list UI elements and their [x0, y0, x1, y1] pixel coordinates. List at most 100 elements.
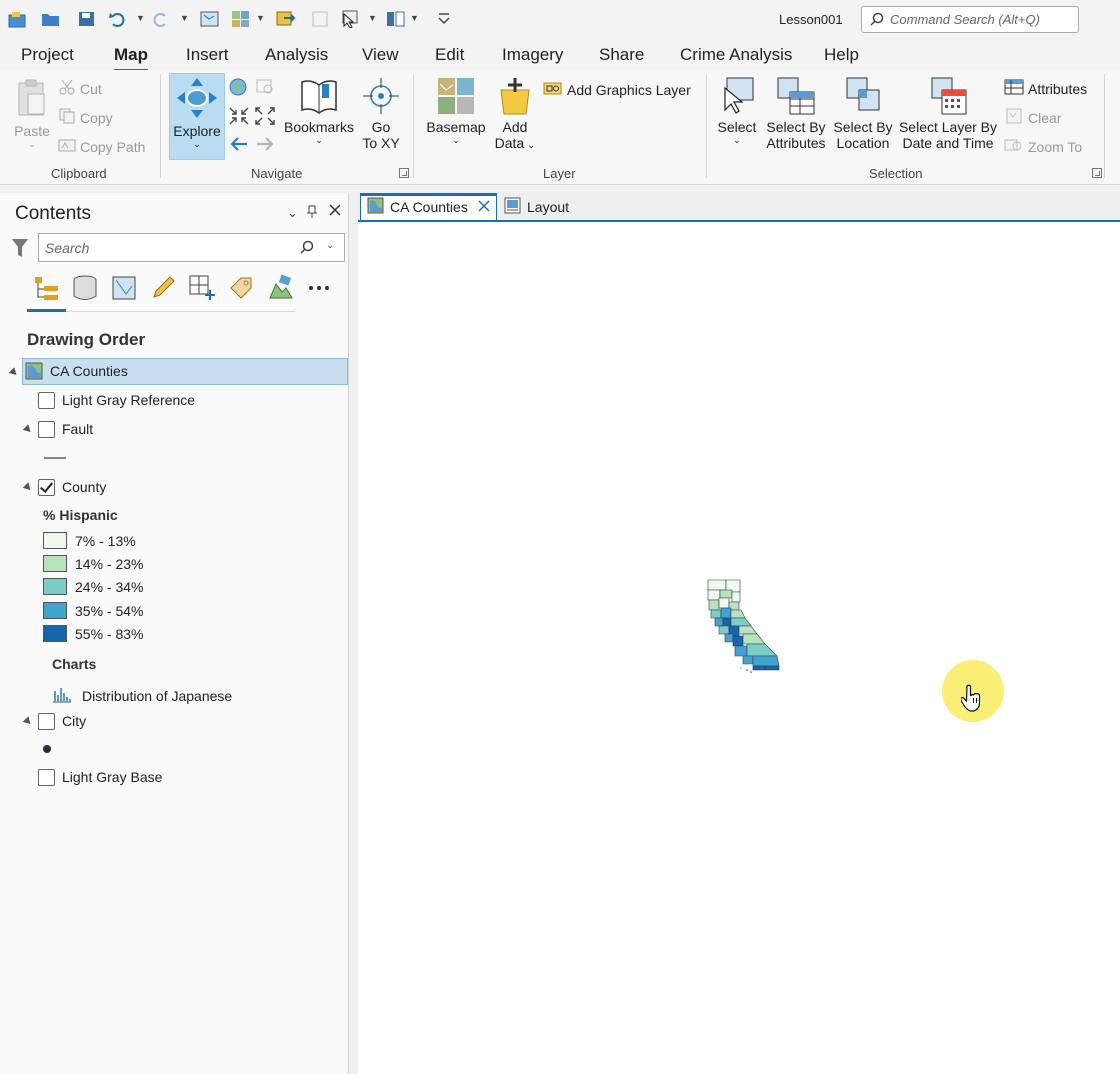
selection-dialog-launcher-icon[interactable] [1092, 168, 1102, 178]
pin-icon[interactable] [307, 205, 317, 222]
list-by-perspective-imagery-icon[interactable] [265, 273, 295, 303]
map-icon [25, 362, 43, 383]
go-to-xy-button[interactable]: Go To XY [360, 76, 402, 151]
contents-search-input[interactable] [45, 239, 285, 257]
legend-swatch[interactable] [43, 532, 67, 549]
tab-ca-counties-map[interactable]: CA Counties [360, 193, 497, 220]
full-extent-icon[interactable] [229, 78, 247, 99]
redo-icon[interactable] [150, 9, 170, 29]
tab-analysis[interactable]: Analysis [265, 45, 328, 65]
legend-swatch[interactable] [43, 578, 67, 595]
list-by-snapping-icon[interactable] [187, 273, 217, 303]
navigate-dialog-launcher-icon[interactable] [399, 168, 409, 178]
search-icon[interactable] [300, 240, 314, 257]
chart-name: Distribution of Japanese [82, 687, 233, 704]
visibility-checkbox[interactable] [38, 421, 55, 438]
layer-light-gray-base[interactable]: Light Gray Base [0, 764, 349, 791]
select-tool-icon[interactable] [340, 9, 360, 29]
undo-dropdown-icon[interactable]: ▼ [136, 13, 145, 23]
previous-extent-icon[interactable] [229, 136, 249, 155]
tab-map[interactable]: Map [114, 45, 148, 72]
open-project-icon[interactable] [41, 9, 61, 29]
copy-button[interactable]: Copy [58, 108, 113, 127]
legend-field-heading: % Hispanic [43, 507, 118, 523]
tab-imagery[interactable]: Imagery [502, 45, 563, 65]
layer-county[interactable]: County [0, 474, 349, 501]
tab-share[interactable]: Share [599, 45, 644, 65]
visibility-checkbox[interactable] [38, 479, 55, 496]
fixed-zoom-out-icon[interactable] [255, 107, 275, 128]
map-item-ca-counties[interactable]: CA Counties [22, 358, 348, 385]
tab-view[interactable]: View [362, 45, 399, 65]
tab-help[interactable]: Help [824, 45, 859, 65]
fixed-zoom-in-icon[interactable] [229, 107, 249, 128]
tab-crime-analysis[interactable]: Crime Analysis [680, 45, 792, 65]
copy-path-button[interactable]: Copy Path [58, 137, 145, 156]
select-by-location-button[interactable]: Select By Location [832, 76, 894, 151]
chart-item[interactable]: Distribution of Japanese [52, 685, 232, 706]
view-tabs-divider [27, 311, 295, 312]
add-graphics-layer-button[interactable]: Add Graphics Layer [543, 79, 691, 100]
filter-icon[interactable] [11, 237, 29, 262]
select-by-attributes-button[interactable]: Select By Attributes [764, 76, 828, 151]
legend-swatch[interactable] [43, 625, 67, 642]
add-data-label-line1: Add [502, 119, 528, 135]
add-layer-icon[interactable] [231, 9, 251, 29]
redo-dropdown-icon[interactable]: ▼ [180, 13, 189, 23]
layer-fault[interactable]: Fault [0, 416, 349, 443]
clear-selection-button[interactable]: Clear [1004, 108, 1061, 127]
select-button[interactable]: Select ⌄ [714, 76, 760, 146]
list-by-source-icon[interactable] [70, 273, 100, 303]
crosshair-icon [363, 78, 399, 114]
undo-icon[interactable] [108, 9, 128, 29]
new-project-icon[interactable] [8, 9, 28, 29]
map-view[interactable] [358, 220, 1120, 1074]
ribbon-separator [413, 74, 414, 178]
visibility-checkbox[interactable] [38, 713, 55, 730]
legend-swatch[interactable] [43, 602, 67, 619]
paste-button[interactable]: Paste ⌄ [14, 78, 50, 150]
list-by-editing-icon[interactable] [148, 273, 178, 303]
close-tab-icon[interactable] [478, 199, 490, 216]
save-project-icon[interactable] [77, 9, 97, 29]
new-map-icon[interactable] [200, 9, 220, 29]
close-pane-icon[interactable] [328, 203, 342, 220]
list-by-selection-icon[interactable] [109, 273, 139, 303]
command-search[interactable] [861, 6, 1079, 33]
basemap-button[interactable]: Basemap ⌄ [424, 76, 488, 146]
select-layer-by-date-button[interactable]: Select Layer By Date and Time [898, 76, 998, 151]
tab-project[interactable]: Project [21, 45, 74, 65]
cut-button[interactable]: Cut [58, 79, 102, 98]
tab-edit[interactable]: Edit [435, 45, 464, 65]
layer-city[interactable]: City [0, 708, 349, 735]
explore-button[interactable]: Explore ⌄ [172, 76, 222, 150]
tab-layout[interactable]: Layout [498, 193, 575, 220]
search-options-chevron-icon[interactable]: ⌄ [326, 240, 334, 251]
import-map-icon[interactable] [276, 9, 296, 29]
select-by-attributes-label-line1: Select By [766, 119, 826, 135]
layout-icon[interactable] [386, 9, 406, 29]
visibility-checkbox[interactable] [38, 392, 55, 409]
california-counties-map[interactable] [705, 578, 785, 674]
bookmarks-button[interactable]: Bookmarks ⌄ [283, 76, 355, 146]
add-data-button[interactable]: Add Data ⌄ [492, 76, 538, 151]
visibility-checkbox[interactable] [38, 769, 55, 786]
attributes-button[interactable]: Attributes [1004, 79, 1087, 98]
copy-icon [58, 108, 76, 127]
tab-insert[interactable]: Insert [186, 45, 229, 65]
legend-swatch[interactable] [43, 555, 67, 572]
pane-options-chevron-icon[interactable]: ⌄ [287, 205, 298, 221]
layer-light-gray-reference[interactable]: Light Gray Reference [0, 387, 349, 414]
layout-dropdown-icon[interactable]: ▼ [410, 13, 419, 23]
contents-search[interactable]: ⌄ [38, 233, 345, 262]
customize-toolbar-icon[interactable] [434, 9, 454, 29]
collapse-map-icon[interactable] [8, 367, 20, 378]
add-layer-dropdown-icon[interactable]: ▼ [256, 13, 265, 23]
more-options-icon[interactable] [304, 273, 334, 303]
command-search-input[interactable] [890, 10, 1075, 29]
select-tool-dropdown-icon[interactable]: ▼ [368, 13, 377, 23]
zoom-to-selection-button[interactable]: Zoom To [1004, 137, 1082, 156]
layer-label: County [62, 479, 107, 495]
list-by-drawing-order-icon[interactable] [31, 273, 61, 303]
list-by-labeling-icon[interactable] [226, 273, 256, 303]
